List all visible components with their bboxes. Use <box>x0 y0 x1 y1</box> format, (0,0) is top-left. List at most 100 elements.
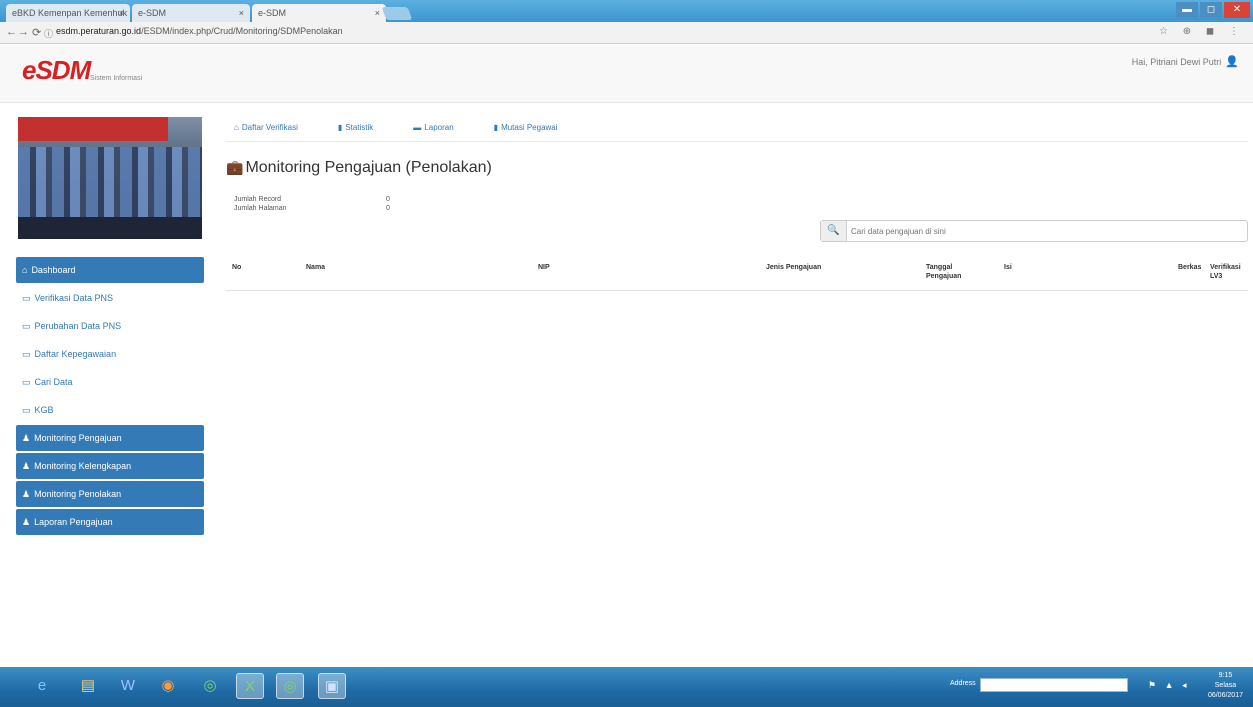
column-header-tanggal-pengajuan[interactable]: Tanggal Pengajuan <box>926 263 966 281</box>
topnav-label: Statistik <box>345 123 374 132</box>
search-box: 🔍 <box>820 220 1248 242</box>
record-count-label: Jumlah Record <box>234 196 282 203</box>
explorer-icon[interactable]: ▤ <box>74 673 102 699</box>
browser-tab[interactable]: e-SDM × <box>132 4 250 22</box>
clock-day: Selasa <box>1214 682 1237 689</box>
taskbar-address-field[interactable] <box>980 678 1128 692</box>
person-icon: ♟ <box>22 461 31 471</box>
column-header-nama[interactable]: Nama <box>306 263 325 272</box>
maximize-button[interactable]: ◻ <box>1200 2 1222 18</box>
chrome-icon[interactable]: ◎ <box>276 673 304 699</box>
chart-icon: ▮ <box>493 123 499 132</box>
sidebar-item[interactable]: ♟ Monitoring Pengajuan <box>16 425 204 451</box>
sidebar-item[interactable]: ⌂ Dashboard <box>16 257 204 283</box>
sidebar-item[interactable]: ▭ Perubahan Data PNS <box>16 313 204 339</box>
sidebar-item-label: Verifikasi Data PNS <box>34 293 114 303</box>
forward-icon[interactable]: → <box>18 26 29 38</box>
topnav-link[interactable]: ▬ Laporan <box>413 123 473 132</box>
sidebar-item[interactable]: ♟ Monitoring Penolakan <box>16 481 204 507</box>
page-title-text: Monitoring Pengajuan (Penolakan) <box>245 159 492 176</box>
topnav-link[interactable]: ⌂ Daftar Verifikasi <box>234 123 318 132</box>
sidebar-item[interactable]: ▭ KGB <box>16 397 204 423</box>
address-bar: ← → ⟳ ⓘ esdm.peraturan.go.id/ESDM/index.… <box>0 22 1253 44</box>
url-host: esdm.peraturan.go.id <box>56 26 142 36</box>
sidebar-item-label: Dashboard <box>31 265 76 275</box>
person-icon: 👤 <box>1225 56 1239 68</box>
topnav-label: Daftar Verifikasi <box>241 123 298 132</box>
sidebar-item-label: Monitoring Penolakan <box>34 489 122 499</box>
ie-icon[interactable]: e <box>28 673 56 699</box>
monitor-icon: ▭ <box>22 293 31 303</box>
table-header: No Nama NIP Jenis Pengajuan Tanggal Peng… <box>226 255 1248 291</box>
record-info: Jumlah Record 0 Jumlah Halaman 0 <box>234 195 390 213</box>
sidebar-item[interactable]: ▭ Daftar Kepegawaian <box>16 341 204 367</box>
briefcase-icon: 💼 <box>226 159 244 175</box>
user-menu[interactable]: Hai, Pitriani Dewi Putri 👤 <box>1132 55 1239 68</box>
photo-banner <box>18 117 168 141</box>
monitor-icon: ▭ <box>22 349 31 359</box>
close-icon[interactable]: × <box>239 8 244 18</box>
column-header-isi[interactable]: Isi <box>1004 263 1012 272</box>
close-window-button[interactable]: ✕ <box>1224 2 1250 18</box>
photo-floor <box>18 217 202 239</box>
info-icon: ⓘ <box>44 29 54 39</box>
extension-icons[interactable]: ☆ ⊕ ◼ ⋮ <box>1159 26 1245 37</box>
sidebar-item-label: Perubahan Data PNS <box>34 321 122 331</box>
sidebar-item[interactable]: ▭ Verifikasi Data PNS <box>16 285 204 311</box>
sidebar-item[interactable]: ♟ Laporan Pengajuan <box>16 509 204 535</box>
remote-icon[interactable]: ▣ <box>318 673 346 699</box>
url-field[interactable]: esdm.peraturan.go.id/ESDM/index.php/Crud… <box>56 26 343 36</box>
photo-crowd <box>18 147 202 217</box>
column-header-no[interactable]: No <box>232 263 241 272</box>
sidebar-item[interactable]: ▭ Cari Data <box>16 369 204 395</box>
sidebar-item-label: Cari Data <box>34 377 73 387</box>
monitor-icon: ▭ <box>22 377 31 387</box>
top-navigation: ⌂ Daftar Verifikasi ▮ Statistik ▬ Laporan ▮ Mut… <box>234 123 598 132</box>
logo-text: eSDM <box>22 55 91 85</box>
search-icon[interactable]: 🔍 <box>821 221 847 241</box>
logo[interactable]: eSDM <box>22 55 91 86</box>
profile-photo <box>18 117 202 239</box>
back-icon[interactable]: ← <box>6 26 17 38</box>
tab-title: e-SDM <box>138 8 167 18</box>
browser-tab[interactable]: eBKD Kemenpan Kemenhuk × <box>6 4 130 22</box>
page: eSDM Sistem Informasi Hai, Pitriani Dewi… <box>0 45 1253 667</box>
system-tray[interactable]: ⚑ ▲ ◂ <box>1148 680 1190 691</box>
tab-title: e-SDM <box>258 8 287 18</box>
sidebar-item-label: Laporan Pengajuan <box>34 517 113 527</box>
page-count-value: 0 <box>386 205 390 212</box>
column-header-berkas[interactable]: Berkas <box>1178 263 1201 272</box>
tab-title: eBKD Kemenpan Kemenhuk <box>12 8 128 18</box>
divider <box>226 141 1248 142</box>
page-count-row: Jumlah Halaman 0 <box>234 204 390 213</box>
excel-icon[interactable]: X <box>236 673 264 699</box>
close-icon[interactable]: × <box>119 8 124 18</box>
clock[interactable]: 9:15 Selasa 06/06/2017 <box>1208 671 1243 701</box>
search-input[interactable] <box>851 224 1231 238</box>
chrome-icon[interactable]: ◎ <box>196 673 224 699</box>
close-icon[interactable]: × <box>375 8 380 18</box>
page-title: 💼 Monitoring Pengajuan (Penolakan) <box>226 159 492 177</box>
word-icon[interactable]: W <box>114 673 142 699</box>
person-icon: ♟ <box>22 517 31 527</box>
logo-subtitle: Sistem Informasi <box>90 75 143 82</box>
chart-icon: ▮ <box>337 123 343 132</box>
browser-tabbar: eBKD Kemenpan Kemenhuk × e-SDM × e-SDM × ▬ … <box>0 0 1253 22</box>
topnav-link[interactable]: ▮ Statistik <box>338 123 393 132</box>
site-header: eSDM Sistem Informasi Hai, Pitriani Dewi… <box>0 45 1253 103</box>
page-count-label: Jumlah Halaman <box>234 205 287 212</box>
column-header-nip[interactable]: NIP <box>538 263 550 272</box>
browser-tab-active[interactable]: e-SDM × <box>252 4 386 22</box>
clock-date: 06/06/2017 <box>1207 692 1243 699</box>
briefcase-icon: ▬ <box>413 123 422 132</box>
topnav-link[interactable]: ▮ Mutasi Pegawai <box>494 123 578 132</box>
new-tab-button[interactable] <box>381 7 413 20</box>
firefox-icon[interactable]: ◉ <box>154 673 182 699</box>
taskbar-address-label: Address <box>950 680 976 687</box>
reload-icon[interactable]: ⟳ <box>32 26 41 39</box>
minimize-button[interactable]: ▬ <box>1176 2 1198 18</box>
sidebar-item[interactable]: ♟ Monitoring Kelengkapan <box>16 453 204 479</box>
column-header-verifikasi-lv3[interactable]: Verifikasi LV3 <box>1210 263 1246 281</box>
column-header-jenis-pengajuan[interactable]: Jenis Pengajuan <box>766 263 821 272</box>
sidebar: ⌂ Dashboard ▭ Verifikasi Data PNS ▭ Perubahan… <box>16 257 204 537</box>
